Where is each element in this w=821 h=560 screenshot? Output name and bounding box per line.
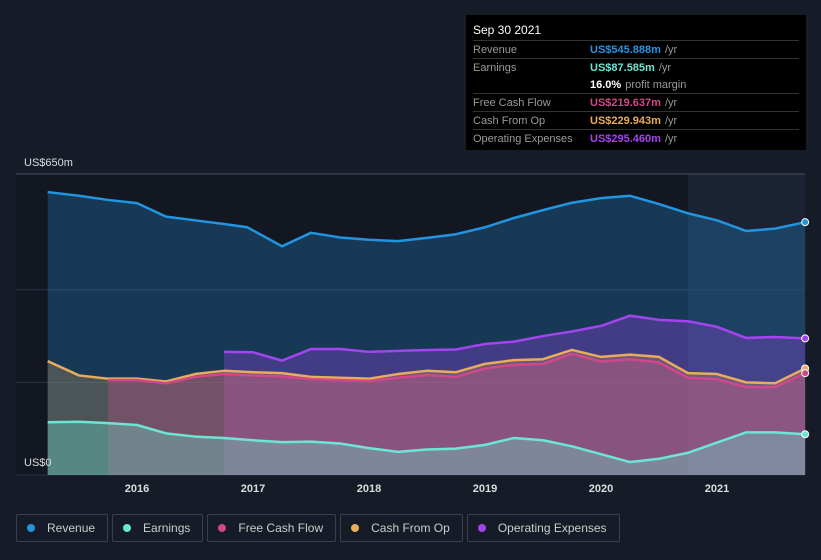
legend-dot-icon — [351, 524, 360, 532]
legend-item-revenue[interactable]: Revenue — [16, 514, 109, 542]
end-point[interactable] — [801, 430, 810, 439]
tooltip: Sep 30 2021 Revenue US$545.888m/yr Earning… — [466, 15, 806, 150]
legend-label: Earnings — [143, 521, 191, 535]
tooltip-row: Operating Expenses US$295.460m/yr — [473, 129, 799, 147]
legend-label: Free Cash Flow — [238, 521, 324, 535]
tooltip-label: Cash From Op — [473, 114, 546, 127]
tooltip-row: Earnings US$87.585m/yr — [473, 58, 799, 76]
tooltip-row: Revenue US$545.888m/yr — [473, 40, 799, 58]
x-tick-label: 2021 — [705, 483, 729, 495]
tooltip-unit: /yr — [664, 132, 678, 145]
legend-item-cash-from-op[interactable]: Cash From Op — [340, 514, 463, 542]
x-tick-label: 2017 — [241, 483, 265, 495]
x-tick-label: 2019 — [473, 483, 497, 495]
x-tick-label: 2020 — [589, 483, 613, 495]
legend: Revenue Earnings Free Cash Flow Cash From O… — [16, 514, 620, 542]
x-tick-label: 2018 — [357, 483, 381, 495]
tooltip-unit: /yr — [664, 96, 678, 109]
end-point[interactable] — [801, 334, 810, 343]
tooltip-value: US$229.943m — [590, 114, 661, 127]
tooltip-label: Free Cash Flow — [473, 96, 551, 109]
tooltip-value: US$87.585m — [590, 61, 655, 74]
legend-item-operating-expenses[interactable]: Operating Expenses — [466, 514, 620, 542]
y-tick-top: US$650m — [24, 157, 73, 169]
tooltip-value: US$295.460m — [590, 132, 661, 145]
tooltip-value: US$219.637m — [590, 96, 661, 109]
tooltip-row: Free Cash Flow US$219.637m/yr — [473, 93, 799, 111]
tooltip-row: 16.0% profit margin — [473, 76, 799, 93]
tooltip-label: Earnings — [473, 61, 517, 74]
legend-dot-icon — [477, 524, 486, 532]
end-point[interactable] — [801, 218, 810, 227]
legend-label: Revenue — [47, 521, 96, 535]
tooltip-row: Cash From Op US$229.943m/yr — [473, 111, 799, 129]
tooltip-label: Operating Expenses — [473, 132, 573, 145]
y-tick-bottom: US$0 — [24, 457, 52, 469]
tooltip-unit: profit margin — [625, 78, 687, 91]
end-point[interactable] — [801, 369, 810, 378]
legend-item-earnings[interactable]: Earnings — [112, 514, 204, 542]
legend-label: Operating Expenses — [497, 521, 607, 535]
tooltip-value: US$545.888m — [590, 43, 661, 56]
tooltip-unit: /yr — [664, 43, 678, 56]
legend-dot-icon — [218, 524, 227, 532]
legend-item-free-cash-flow[interactable]: Free Cash Flow — [207, 514, 337, 542]
legend-dot-icon — [27, 524, 35, 532]
legend-label: Cash From Op — [371, 521, 450, 535]
tooltip-label: Revenue — [473, 43, 518, 56]
tooltip-value: 16.0% — [590, 78, 622, 91]
tooltip-date: Sep 30 2021 — [473, 23, 542, 37]
legend-dot-icon — [123, 524, 132, 532]
tooltip-unit: /yr — [658, 61, 672, 74]
tooltip-unit: /yr — [664, 114, 678, 127]
x-tick-label: 2016 — [125, 483, 149, 495]
